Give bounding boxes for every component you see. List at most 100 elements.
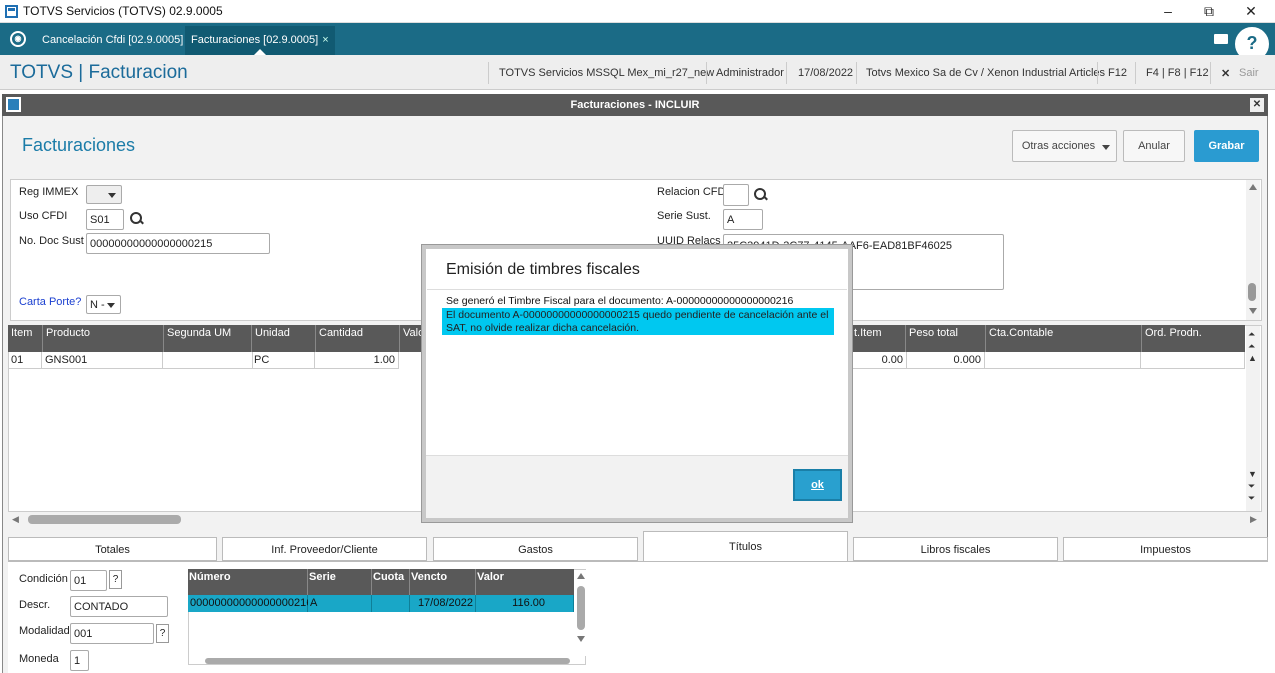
tab-gastos[interactable]: Gastos xyxy=(433,537,638,561)
modal-footer xyxy=(426,455,848,518)
shortcut-keys[interactable]: F4 | F8 | F12 xyxy=(1146,67,1209,79)
cell-serie[interactable]: A xyxy=(308,595,372,612)
cell-segunda-um[interactable] xyxy=(163,352,253,369)
scroll-top-icon[interactable]: ⏶ ⏶ ▲ xyxy=(1248,328,1257,364)
tab-titulos[interactable]: Títulos xyxy=(643,531,848,561)
date-label[interactable]: 17/08/2022 xyxy=(798,67,853,79)
dialog-close-icon[interactable]: ✕ xyxy=(1250,98,1264,112)
cell-producto[interactable]: GNS001 xyxy=(42,352,163,369)
col-cuota[interactable]: Cuota xyxy=(372,569,410,595)
col-peso-total[interactable]: Peso total xyxy=(905,325,985,352)
ok-button[interactable]: ok xyxy=(793,469,842,501)
col-vencto[interactable]: Vencto xyxy=(410,569,476,595)
search-icon[interactable] xyxy=(754,188,768,202)
col-cta-contable[interactable]: Cta.Contable xyxy=(985,325,1143,352)
restore-button[interactable]: ⧉ xyxy=(1189,1,1229,22)
col-producto[interactable]: Producto xyxy=(42,325,163,352)
scroll-thumb[interactable] xyxy=(577,586,585,630)
home-icon[interactable]: ◉ xyxy=(10,31,26,47)
no-doc-sust-field[interactable]: 00000000000000000215 xyxy=(86,233,270,254)
cell-cantidad[interactable]: 1.00 xyxy=(315,352,399,369)
mail-icon[interactable] xyxy=(1214,34,1228,44)
reg-immex-select[interactable] xyxy=(86,185,122,204)
tab-close-icon[interactable]: × xyxy=(322,34,328,46)
uso-cfdi-field[interactable]: S01 xyxy=(86,209,124,230)
anular-button[interactable]: Anular xyxy=(1123,130,1185,162)
divider xyxy=(427,289,847,290)
scroll-thumb[interactable] xyxy=(1248,283,1256,301)
company-label[interactable]: Totvs Mexico Sa de Cv / Xenon Industrial… xyxy=(866,67,1105,79)
col-numero[interactable]: Número xyxy=(188,569,308,595)
cell-numero[interactable]: 00000000000000000216 xyxy=(188,595,312,612)
cell-cta-contable[interactable] xyxy=(985,352,1141,369)
scroll-up-icon[interactable] xyxy=(577,573,585,579)
cell-unidad[interactable]: PC xyxy=(251,352,315,369)
cell-t-item[interactable]: 0.00 xyxy=(850,352,907,369)
user-label[interactable]: Administrador xyxy=(716,67,784,79)
app-name: TOTVS | Facturacion xyxy=(10,62,188,83)
tab-facturaciones[interactable]: Facturaciones [02.9.0005] × xyxy=(185,26,335,55)
scroll-down-icon[interactable] xyxy=(1249,308,1257,314)
tab-cancelacion-cfdi[interactable]: Cancelación Cfdi [02.9.0005]× xyxy=(36,26,200,55)
otras-acciones-button[interactable]: Otras acciones xyxy=(1012,130,1117,162)
dialog-title-bar: Facturaciones - INCLUIR ✕ xyxy=(2,94,1268,116)
modal-message-1: Se generó el Timbre Fiscal para el docum… xyxy=(446,295,794,307)
tab-totales[interactable]: Totales xyxy=(8,537,217,561)
serie-sust-field[interactable]: A xyxy=(723,209,763,230)
carta-porte-select[interactable]: N - xyxy=(86,295,121,314)
relacion-cfd-label: Relacion CFD xyxy=(657,186,726,198)
environment-label[interactable]: TOTVS Servicios MSSQL Mex_mi_r27_new xyxy=(499,67,714,79)
condicion-field[interactable]: 01 xyxy=(70,570,107,591)
cell-valor-titulo[interactable]: 116.00 xyxy=(476,595,574,612)
cell-vencto[interactable]: 17/08/2022 xyxy=(410,595,476,612)
divider xyxy=(488,62,489,84)
exit-button[interactable]: Sair xyxy=(1239,67,1259,79)
close-window-button[interactable]: ✕ xyxy=(1231,1,1271,22)
no-doc-sust-label: No. Doc Sust xyxy=(19,235,84,247)
dialog-title: Facturaciones - INCLUIR xyxy=(570,99,700,111)
grabar-button[interactable]: Grabar xyxy=(1194,130,1259,162)
shortcut-f12[interactable]: F12 xyxy=(1108,67,1127,79)
cell-peso-total[interactable]: 0.000 xyxy=(907,352,985,369)
minimize-button[interactable]: – xyxy=(1148,1,1188,22)
col-segunda-um[interactable]: Segunda UM xyxy=(163,325,253,352)
reg-immex-label: Reg IMMEX xyxy=(19,186,79,198)
cell-item[interactable]: 01 xyxy=(8,352,42,369)
tab-impuestos[interactable]: Impuestos xyxy=(1063,537,1268,561)
scroll-up-icon[interactable] xyxy=(1249,184,1257,190)
tab-libros-fiscales[interactable]: Libros fiscales xyxy=(853,537,1058,561)
condicion-label: Condición xyxy=(19,573,68,585)
modalidad-help-button[interactable]: ? xyxy=(156,624,169,643)
col-item[interactable]: Item xyxy=(8,325,42,352)
relacion-cfd-field[interactable] xyxy=(723,184,749,206)
carta-porte-value: N - xyxy=(90,299,105,311)
condicion-help-button[interactable]: ? xyxy=(109,570,122,589)
moneda-field[interactable]: 1 xyxy=(70,650,89,671)
scroll-right-icon[interactable]: ▶ xyxy=(1250,514,1257,525)
scroll-left-icon[interactable]: ◀ xyxy=(12,514,19,525)
titulos-hscroll-thumb[interactable] xyxy=(205,658,570,664)
divider xyxy=(1135,62,1136,84)
col-t-item[interactable]: t.Item xyxy=(851,325,907,352)
tab-bar: ◉ Cancelación Cfdi [02.9.0005]× Facturac… xyxy=(0,23,1275,55)
col-unidad[interactable]: Unidad xyxy=(251,325,315,352)
col-valor[interactable]: Valor xyxy=(399,325,423,352)
cell-ord-prodn[interactable] xyxy=(1141,352,1245,369)
tab-label: Facturaciones [02.9.0005] xyxy=(191,34,319,46)
chevron-down-icon xyxy=(108,193,116,198)
uso-cfdi-label: Uso CFDI xyxy=(19,210,68,222)
cell-cuota[interactable] xyxy=(372,595,410,612)
col-cantidad[interactable]: Cantidad xyxy=(315,325,399,352)
modalidad-field[interactable]: 001 xyxy=(70,623,154,644)
scroll-down-icon[interactable] xyxy=(577,636,585,642)
tab-inf-proveedor[interactable]: Inf. Proveedor/Cliente xyxy=(222,537,427,561)
col-ord-prodn[interactable]: Ord. Prodn. xyxy=(1141,325,1245,352)
scroll-bottom-icon[interactable]: ▼ ⏷ ⏷ xyxy=(1248,468,1257,504)
descr-field[interactable]: CONTADO xyxy=(70,596,168,617)
col-serie[interactable]: Serie xyxy=(308,569,372,595)
hscroll-thumb[interactable] xyxy=(28,515,181,524)
col-valor-titulo[interactable]: Valor xyxy=(476,569,574,595)
exit-icon[interactable]: ✕ xyxy=(1221,67,1230,80)
app-header: TOTVS | Facturacion TOTVS Servicios MSSQ… xyxy=(0,55,1275,90)
search-icon[interactable] xyxy=(130,212,144,226)
